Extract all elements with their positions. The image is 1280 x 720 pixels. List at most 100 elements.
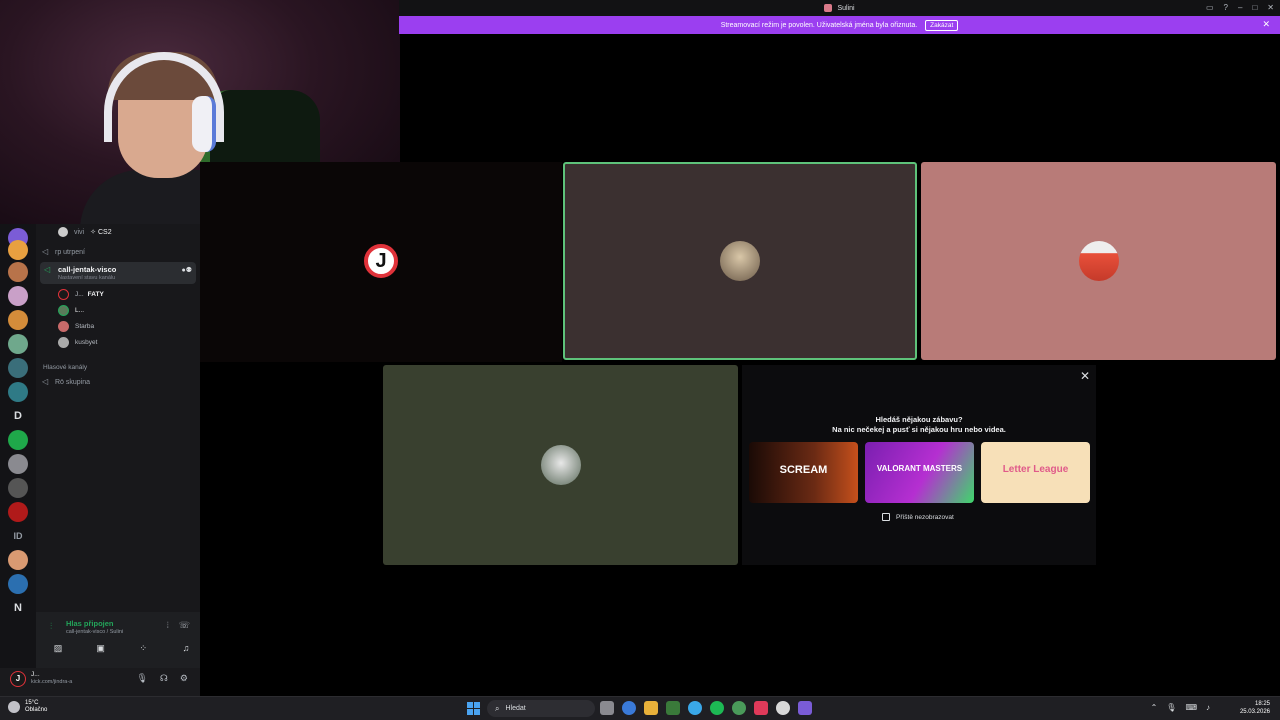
checkbox-label: Příště nezobrazovat [896, 513, 954, 521]
server-icon-id[interactable]: ID [8, 526, 28, 546]
banner-close-icon[interactable]: ✕ [1262, 19, 1270, 30]
activity-card-scream[interactable]: SCREAM [749, 442, 858, 503]
channel-name: rp utrpení [55, 248, 85, 256]
server-icon-n[interactable]: N [8, 598, 28, 618]
server-icon-11[interactable] [8, 478, 28, 498]
active-voice-channel[interactable]: ◁ call-jentak-visco Nastavení stavu kaná… [40, 262, 196, 284]
card-title: Letter League [1002, 464, 1069, 475]
close-window-button[interactable]: ✕ [1267, 3, 1274, 12]
participant-tile[interactable] [921, 162, 1276, 360]
server-icon-d[interactable]: D [8, 406, 28, 426]
activity-card-letter-league[interactable]: Letter League [981, 442, 1090, 503]
server-list: D ID N [0, 224, 36, 696]
activity-icon: ✧ [90, 229, 96, 236]
server-icon-7[interactable] [8, 358, 28, 378]
member-name: L... [75, 306, 85, 314]
disconnect-icon[interactable]: ☏ [179, 620, 190, 631]
participant-avatar [720, 241, 760, 281]
title-bar: Sulini ▭ ? – □ ✕ [399, 0, 1280, 16]
disable-button[interactable]: Zakázat [925, 19, 959, 31]
activity-card-valorant[interactable]: VALORANT MASTERS [865, 442, 974, 503]
speaker-icon: ◁ [42, 247, 49, 256]
inbox-icon[interactable]: ▭ [1206, 3, 1214, 12]
maximize-button[interactable]: □ [1252, 3, 1257, 12]
channel-ro-skupina[interactable]: ◁ Rö skupina [42, 375, 90, 389]
activity-suggestion-panel: ✕ Hledáš nějakou zábavu? Na nic nečekej … [742, 365, 1096, 565]
soundboard-button[interactable]: ♫ [176, 643, 196, 657]
weather-temp: 15°C [25, 700, 39, 706]
member-name: kusbyet [75, 338, 98, 346]
file-explorer-icon[interactable] [644, 701, 658, 715]
dont-show-again-checkbox[interactable]: Příště nezobrazovat [882, 513, 954, 521]
camera-button[interactable]: ▨ [48, 643, 68, 657]
cloud-icon [8, 701, 20, 713]
voice-member-3[interactable]: Starba [58, 319, 94, 333]
app-icon[interactable] [776, 701, 790, 715]
headphone-cup [192, 96, 216, 152]
tiktok-icon[interactable] [754, 701, 768, 715]
server-icon-3[interactable] [8, 262, 28, 282]
chat-icon[interactable]: ●⚉ [181, 266, 192, 274]
top-member[interactable]: vivi ✧ CS2 [58, 225, 112, 239]
start-button[interactable] [467, 702, 480, 715]
taskbar: 15°C Oblačno ⌕ Hledat ⌃ 🎙︎ ⌨ ♪ 18:25 25.… [0, 696, 1280, 720]
voice-member-4[interactable]: kusbyet [58, 335, 97, 349]
server-icon-2[interactable] [8, 240, 28, 260]
weather-desc: Oblačno [25, 707, 48, 713]
participant-tile[interactable] [383, 365, 738, 565]
voice-connection-panel: ⫶ Hlas připojen call-jentak-visco / Suli… [36, 612, 200, 668]
activities-button[interactable]: ⁘ [133, 643, 153, 657]
clock[interactable]: 18:25 25.03.2026 [1240, 700, 1270, 716]
screen-share-button[interactable]: ▣ [91, 643, 111, 657]
microphone-icon[interactable]: 🎙︎ [136, 673, 147, 684]
discord-icon[interactable] [798, 701, 812, 715]
member-name: Starba [75, 322, 95, 330]
channel-logo: J [364, 244, 398, 278]
channel-status: Nastavení stavu kanálu [58, 275, 116, 281]
voice-channels-header[interactable]: Hlasové kanály [43, 364, 87, 371]
close-icon[interactable]: ✕ [1080, 369, 1090, 383]
server-icon-4[interactable] [8, 286, 28, 306]
task-view-icon[interactable] [600, 701, 614, 715]
participant-tile-speaking[interactable] [563, 162, 917, 360]
taskbar-search[interactable]: ⌕ Hledat [487, 700, 595, 717]
store-icon[interactable] [666, 701, 680, 715]
checkbox-box[interactable] [882, 513, 890, 521]
card-title: VALORANT MASTERS [876, 464, 963, 473]
search-icon: ⌕ [495, 703, 500, 713]
server-icon-12[interactable] [8, 502, 28, 522]
spotify-icon[interactable] [710, 701, 724, 715]
voice-member-1[interactable]: J... FATY [58, 287, 104, 301]
channel-name: call-jentak-visco [58, 265, 117, 274]
voice-member-2[interactable]: L... [58, 303, 84, 317]
channel-name: Rö skupina [55, 378, 91, 386]
user-avatar[interactable]: J [10, 671, 26, 687]
browser-icon[interactable] [732, 701, 746, 715]
microphone-tray-icon[interactable]: 🎙︎ [1166, 703, 1176, 712]
headphones-icon[interactable]: ☊ [160, 673, 168, 684]
server-icon-10[interactable] [8, 454, 28, 474]
chrome-icon[interactable] [688, 701, 702, 715]
copilot-icon[interactable] [622, 701, 636, 715]
server-icon-5[interactable] [8, 310, 28, 330]
chevron-up-icon[interactable]: ⌃ [1151, 703, 1158, 712]
server-icon-14[interactable] [8, 574, 28, 594]
server-icon-8[interactable] [8, 382, 28, 402]
system-tray: ⌃ 🎙︎ ⌨ ♪ [1151, 703, 1210, 712]
noise-suppression-icon[interactable]: ⦙ [167, 620, 169, 631]
volume-icon[interactable]: ♪ [1206, 703, 1210, 712]
network-icon[interactable]: ⌨ [1185, 703, 1197, 712]
avatar [58, 288, 69, 300]
help-icon[interactable]: ? [1224, 3, 1228, 12]
voice-channel-path[interactable]: call-jentak-visco / Sulini [66, 629, 123, 635]
server-icon-13[interactable] [8, 550, 28, 570]
voice-action-buttons: ▨ ▣ ⁘ ♫ [48, 643, 196, 657]
member-name: vivi [74, 228, 85, 236]
server-icon-9[interactable] [8, 430, 28, 450]
server-icon-6[interactable] [8, 334, 28, 354]
channel-rp-utrpeni[interactable]: ◁ rp utrpení [42, 245, 85, 259]
minimize-button[interactable]: – [1238, 3, 1242, 12]
settings-icon[interactable]: ⚙ [180, 673, 188, 684]
weather-text: 15°C Oblačno [25, 700, 47, 714]
weather-widget[interactable]: 15°C Oblačno [8, 700, 47, 714]
